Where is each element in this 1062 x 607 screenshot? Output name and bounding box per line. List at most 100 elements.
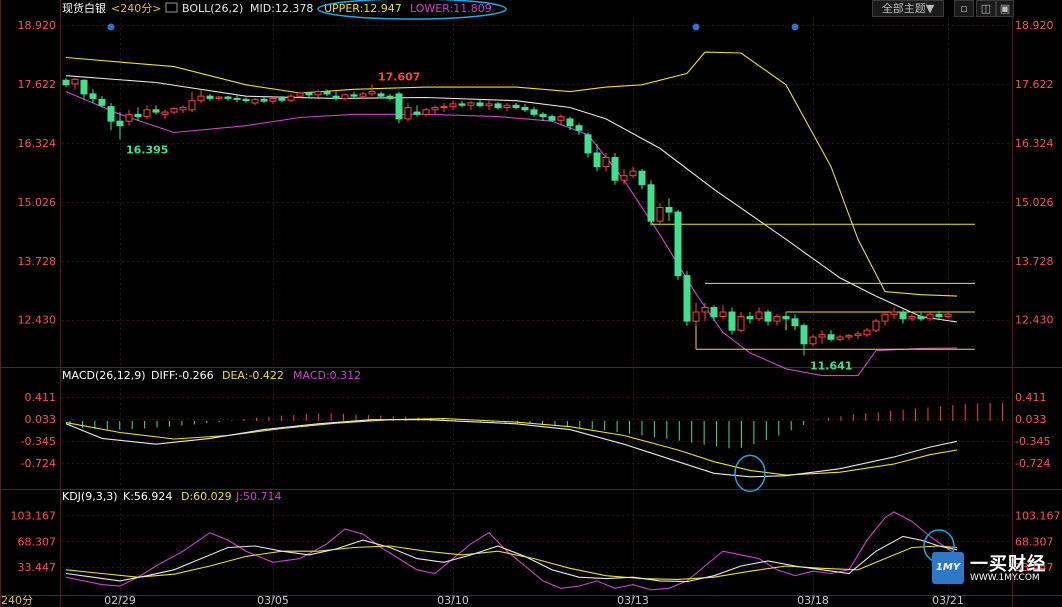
candle-up	[431, 107, 439, 111]
candle-up	[269, 97, 277, 102]
y-tick-label-left: 68.307	[18, 535, 57, 548]
candle-up	[368, 91, 376, 95]
candle-down	[458, 103, 466, 106]
candle-down	[89, 93, 97, 99]
kdj-k: K:56.924	[123, 490, 172, 503]
candle-down	[305, 92, 313, 96]
candle-up	[71, 78, 79, 85]
y-tick-label-left: 17.622	[18, 78, 57, 91]
candle-up	[701, 306, 709, 313]
y-tick-label-left: 0.411	[25, 391, 57, 404]
close-button[interactable]: ▣	[996, 0, 1014, 17]
kdj-j: J:50.714	[235, 490, 281, 503]
candle-up	[287, 95, 295, 101]
candle-up	[143, 109, 151, 118]
candle-up	[440, 106, 448, 109]
candle-down	[584, 134, 592, 154]
candle-down	[611, 157, 619, 181]
chart-stage: 18.920 18.920 17.622 17.622 16.324 16.324 15.0…	[0, 0, 1062, 607]
candle-down	[206, 95, 214, 99]
candle-up	[179, 107, 187, 111]
kdj-d: D:60.029	[181, 490, 232, 503]
candle-down	[710, 306, 718, 318]
candle-up	[557, 116, 565, 121]
y-tick-label-right: -0.724	[1015, 457, 1050, 470]
candle-up	[719, 311, 727, 318]
x-tick-label: 03/13	[617, 594, 649, 607]
watermark-logo: 1MY	[932, 552, 964, 584]
candle-up	[314, 91, 322, 96]
candle-down	[764, 311, 772, 322]
candle-down	[593, 152, 601, 168]
candle-up	[341, 94, 349, 99]
event-marker-dot	[692, 23, 700, 31]
candle-down	[350, 94, 358, 97]
candle-up	[773, 316, 781, 322]
candle-up	[215, 96, 223, 99]
candle-down	[80, 79, 88, 95]
candle-down	[512, 104, 520, 109]
y-tick-label-right: 12.430	[1015, 314, 1054, 327]
candle-up	[404, 107, 412, 120]
candle-up	[170, 107, 178, 113]
x-tick-label: 03/05	[257, 594, 289, 607]
candle-up	[629, 170, 637, 177]
candle-up	[602, 157, 610, 168]
candle-down	[278, 97, 286, 101]
candle-up	[809, 336, 817, 345]
candle-down	[935, 313, 943, 318]
candle-down	[332, 95, 340, 99]
candle-up	[188, 100, 196, 111]
y-tick-label-left: 33.447	[18, 561, 57, 574]
symbol-title: 现货白银	[62, 1, 106, 15]
event-marker-dot	[107, 23, 115, 31]
candle-up	[620, 175, 628, 181]
candle-down	[917, 316, 925, 320]
candle-up	[737, 316, 745, 331]
candle-down	[638, 170, 646, 186]
period-label: <240分>	[111, 2, 161, 15]
candle-down	[647, 184, 655, 222]
candle-down	[575, 125, 583, 131]
y-tick-label-right: 68.307	[1015, 535, 1054, 548]
y-tick-label-right: 18.920	[1015, 19, 1054, 32]
candle-up	[251, 98, 259, 104]
y-tick-label-right: 0.411	[1015, 391, 1047, 404]
candle-down	[800, 325, 808, 345]
candle-up	[890, 311, 898, 315]
minimize-button[interactable]: ▫	[954, 0, 974, 17]
candle-down	[728, 311, 736, 331]
candle-down	[746, 316, 754, 320]
candle-down	[782, 316, 790, 320]
y-tick-label-right: 17.622	[1015, 78, 1054, 91]
theme-dropdown[interactable]: 全部主题▼	[872, 0, 944, 17]
period-tag: 240分	[1, 594, 33, 607]
x-tick-label: 02/29	[104, 594, 136, 607]
candle-down	[683, 275, 691, 322]
maximize-button[interactable]: ◫	[976, 0, 996, 17]
y-tick-label-left: -0.345	[21, 435, 56, 448]
kdj-label: KDJ(9,3,3)	[62, 490, 118, 503]
candle-up	[944, 313, 952, 318]
y-tick-label-right: -0.345	[1015, 435, 1050, 448]
candle-up	[836, 336, 844, 340]
y-tick-label-right: 16.324	[1015, 137, 1054, 150]
y-tick-label-left: 18.920	[18, 19, 57, 32]
candle-down	[521, 107, 529, 111]
candle-up	[449, 103, 457, 108]
candle-up	[359, 93, 367, 97]
y-tick-label-left: 15.026	[18, 196, 57, 209]
boll-upper: UPPER:12.947	[324, 2, 402, 15]
boll-lower: LOWER:11.809	[410, 2, 492, 15]
macd-dea: DEA:-0.422	[222, 369, 284, 382]
candle-down	[494, 103, 502, 109]
candle-down	[323, 91, 331, 95]
candle-up	[872, 320, 880, 331]
candle-down	[413, 111, 421, 115]
boll-label: BOLL(26,2)	[182, 2, 243, 15]
candle-up	[818, 334, 826, 338]
candle-down	[791, 318, 799, 327]
candle-down	[548, 116, 556, 121]
y-tick-label-left: -0.724	[21, 457, 56, 470]
y-tick-label-left: 16.324	[18, 137, 57, 150]
